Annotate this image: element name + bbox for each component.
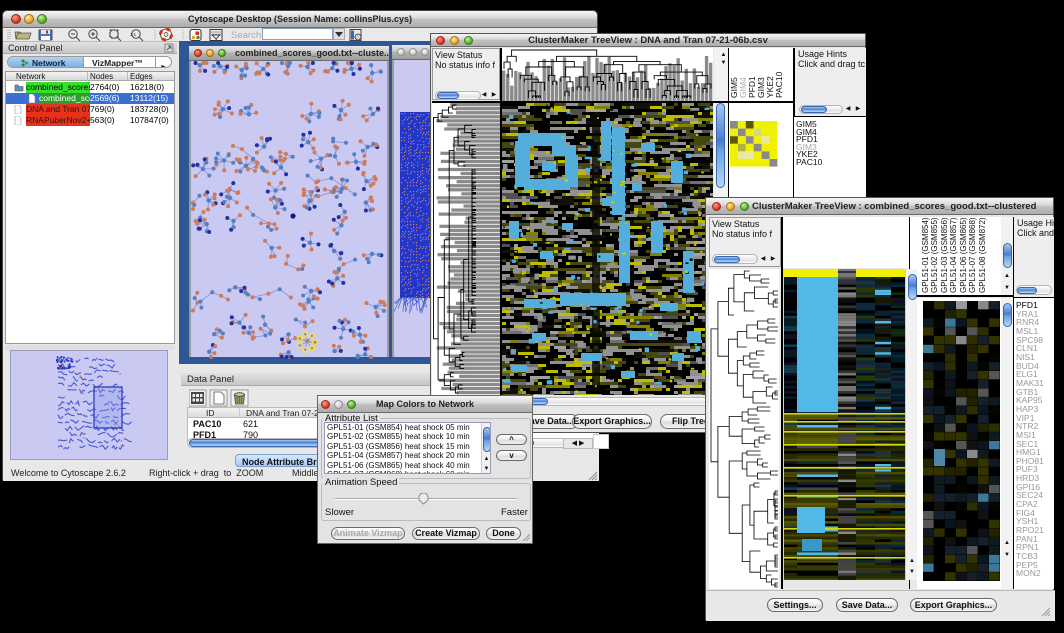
svg-text:1:1: 1:1 (130, 32, 137, 37)
